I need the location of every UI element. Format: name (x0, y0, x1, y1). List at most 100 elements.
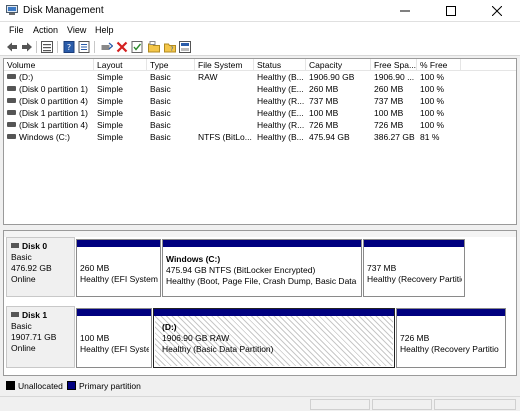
volume-capacity: 475.94 GB (309, 132, 350, 142)
window-title: Disk Management (23, 5, 104, 16)
volume-status: Healthy (E... (257, 108, 304, 118)
volume-percent-free: 81 % (420, 132, 440, 142)
column-header-type[interactable]: Type (147, 59, 195, 71)
list-view-button[interactable] (40, 40, 53, 53)
help-button[interactable]: ? (62, 40, 75, 53)
disk-name: Disk 0 (22, 241, 48, 251)
volume-name: (Disk 0 partition 1) (19, 84, 88, 94)
volume-file-system: RAW (198, 72, 218, 82)
disk-1-label[interactable]: Disk 1 Basic 1907.71 GB Online (6, 306, 75, 368)
close-icon (492, 6, 502, 16)
partition-size: 100 MB (80, 333, 110, 343)
partition-disk0-recovery[interactable]: 737 MB Healthy (Recovery Partitio (363, 239, 465, 297)
new-folder-icon (147, 40, 160, 52)
connect-icon (101, 42, 113, 50)
delete-button[interactable] (115, 40, 128, 53)
toolbar: ? ? (0, 38, 520, 56)
open-folder-button[interactable]: ? (163, 40, 176, 53)
open-folder-icon: ? (163, 43, 176, 53)
column-header-file-system[interactable]: File System (195, 59, 254, 71)
column-header-status[interactable]: Status (254, 59, 306, 71)
volume-type: Basic (150, 84, 171, 94)
partition-title: Windows (C:) (166, 254, 221, 264)
volume-name: (D:) (19, 72, 34, 82)
menu-file[interactable]: File (9, 25, 24, 35)
volume-capacity: 1906.90 GB (309, 72, 355, 82)
back-button[interactable] (5, 40, 18, 53)
primary-partition-bar (397, 309, 505, 316)
partition-status: Healthy (Recovery Partitio (400, 344, 499, 354)
volume-capacity: 260 MB (309, 84, 339, 94)
menu-help[interactable]: Help (95, 25, 114, 35)
volume-status: Healthy (B... (257, 132, 304, 142)
minimize-button[interactable] (382, 0, 428, 22)
column-header-capacity[interactable]: Capacity (306, 59, 371, 71)
column-header-free-space[interactable]: Free Spa... (371, 59, 417, 71)
properties-button[interactable] (77, 40, 90, 53)
volume-layout: Simple (97, 72, 123, 82)
volume-type: Basic (150, 120, 171, 130)
volume-row[interactable]: (Disk 1 partition 1) Simple Basic Health… (4, 107, 516, 119)
status-bar (0, 396, 520, 411)
volume-percent-free: 100 % (420, 120, 445, 130)
primary-partition-bar (154, 309, 394, 316)
volume-file-system (195, 107, 254, 119)
partition-disk1-recovery[interactable]: 726 MB Healthy (Recovery Partitio (396, 308, 506, 368)
new-folder-button[interactable] (147, 40, 160, 53)
disk-status: Online (11, 343, 36, 353)
disk-name: Disk 1 (22, 310, 48, 320)
volume-icon (7, 86, 16, 91)
column-header-layout[interactable]: Layout (94, 59, 147, 71)
disk-0-label[interactable]: Disk 0 Basic 476.92 GB Online (6, 237, 75, 297)
partition-status: Healthy (Recovery Partitio (367, 274, 462, 284)
toggle-view-icon (178, 40, 191, 53)
legend: Unallocated Primary partition (0, 378, 520, 394)
primary-partition-bar (364, 240, 464, 247)
disk-status: Online (11, 274, 36, 284)
help-book-icon: ? (63, 40, 74, 53)
partition-status: Healthy (Boot, Page File, Crash Dump, Ba… (166, 276, 359, 286)
partition-disk0-efi[interactable]: 260 MB Healthy (EFI System (76, 239, 161, 297)
column-header-volume[interactable]: Volume (4, 59, 94, 71)
volume-icon (7, 74, 16, 79)
volume-file-system: NTFS (BitLo... (198, 132, 252, 142)
volume-free-space: 386.27 GB (374, 132, 415, 142)
properties-icon (78, 40, 89, 53)
close-button[interactable] (474, 0, 520, 22)
volume-icon (7, 134, 16, 139)
volume-free-space: 1906.90 ... (374, 72, 415, 82)
volume-free-space: 100 MB (374, 108, 404, 118)
menu-action[interactable]: Action (33, 25, 58, 35)
connect-button[interactable] (100, 40, 113, 53)
volume-row[interactable]: (Disk 0 partition 1) Simple Basic Health… (4, 83, 516, 95)
maximize-icon (446, 6, 456, 16)
volume-percent-free: 100 % (420, 72, 445, 82)
volume-row[interactable]: (Disk 0 partition 4) Simple Basic Health… (4, 95, 516, 107)
menu-view[interactable]: View (67, 25, 86, 35)
back-arrow-icon (6, 42, 17, 51)
partition-disk1-efi[interactable]: 100 MB Healthy (EFI Syster (76, 308, 152, 368)
primary-partition-swatch (67, 381, 76, 390)
delete-x-icon (116, 41, 127, 52)
volume-layout: Simple (97, 108, 123, 118)
list-view-icon (40, 40, 53, 53)
volume-name: Windows (C:) (19, 132, 71, 142)
volume-row[interactable]: Windows (C:) Simple Basic NTFS (BitLo...… (4, 131, 516, 143)
check-disk-button[interactable] (130, 40, 143, 53)
volume-status: Healthy (R... (257, 96, 305, 106)
volume-row[interactable]: (D:) Simple Basic RAW Healthy (B... 1906… (4, 71, 516, 83)
volume-file-system (195, 83, 254, 95)
partition-disk1-d-selected[interactable]: (D:) 1906.90 GB RAW Healthy (Basic Data … (153, 308, 395, 368)
volume-row[interactable]: (Disk 1 partition 4) Simple Basic Health… (4, 119, 516, 131)
toggle-view-button[interactable] (178, 40, 191, 53)
maximize-button[interactable] (428, 0, 474, 22)
volume-type: Basic (150, 96, 171, 106)
partition-disk0-windows-c[interactable]: Windows (C:) 475.94 GB NTFS (BitLocker E… (162, 239, 362, 297)
volume-layout: Simple (97, 132, 123, 142)
volume-free-space: 260 MB (374, 84, 404, 94)
column-header-percent-free[interactable]: % Free (417, 59, 461, 71)
primary-partition-bar (163, 240, 361, 247)
status-bar-cell (310, 399, 370, 410)
status-bar-cell (372, 399, 432, 410)
forward-button[interactable] (20, 40, 33, 53)
